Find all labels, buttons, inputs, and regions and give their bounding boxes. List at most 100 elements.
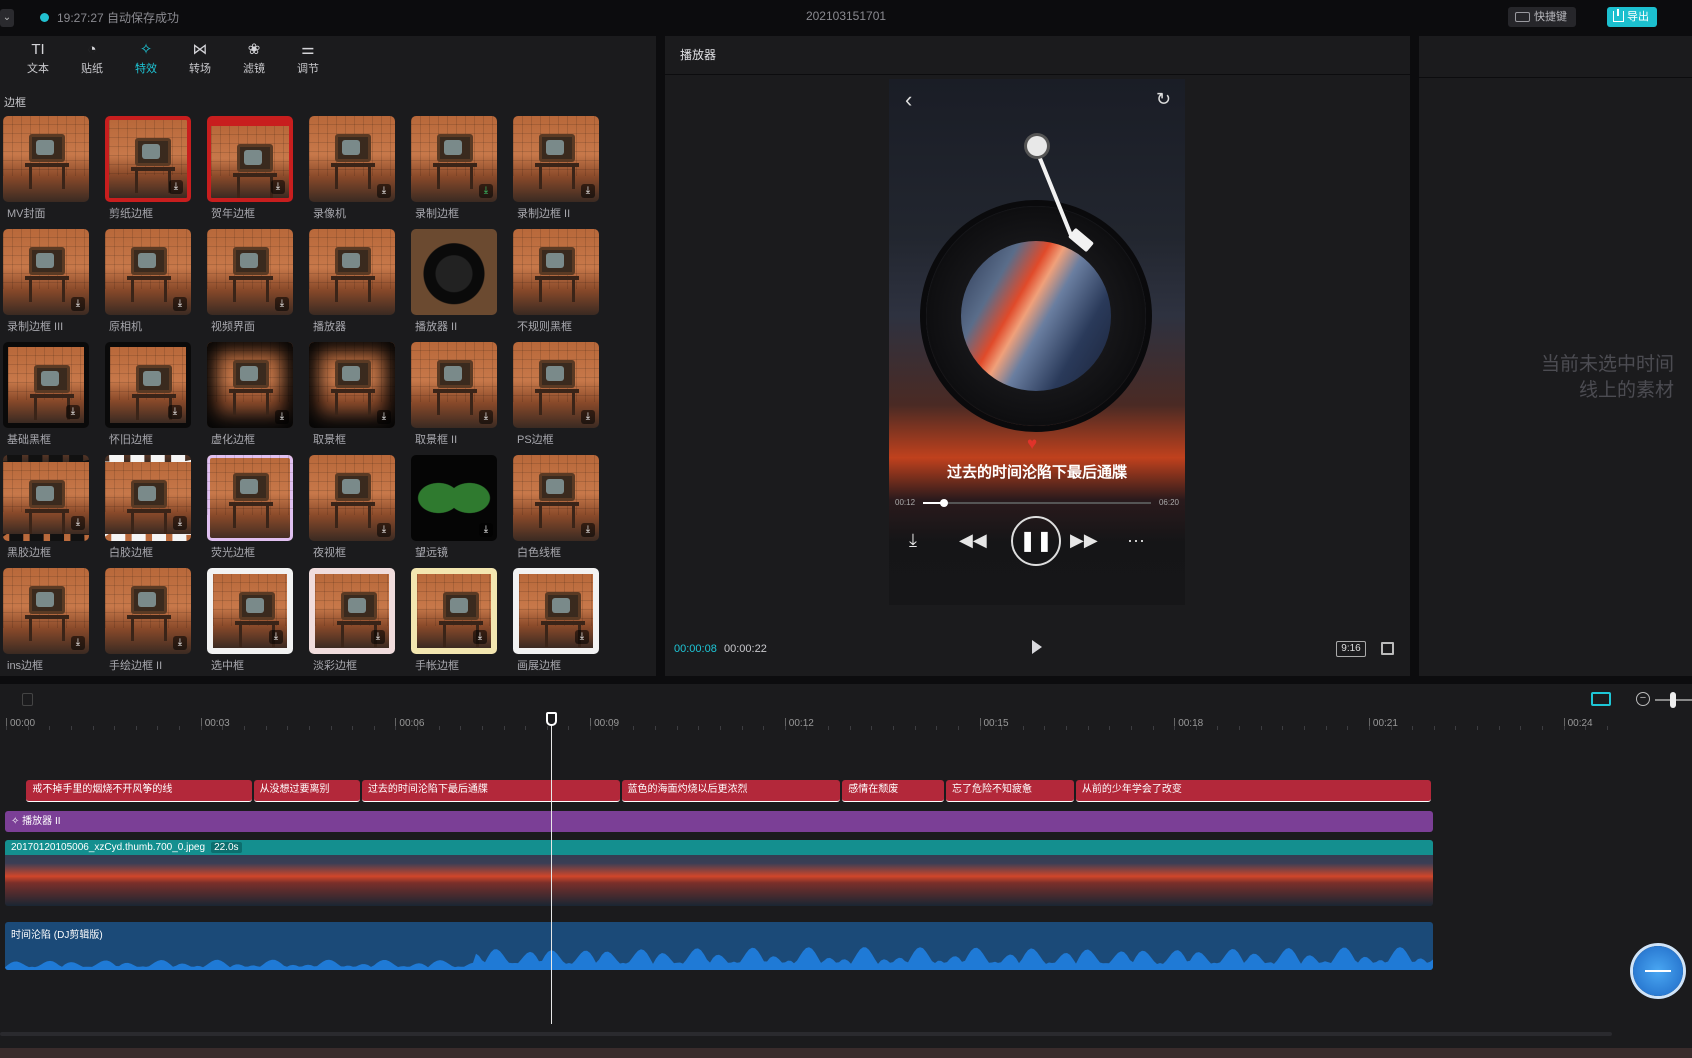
effect-thumbnail[interactable]: ⤓ <box>207 229 293 315</box>
lyric-clip[interactable]: 从前的少年学会了改变 <box>1075 780 1431 802</box>
download-icon[interactable]: ⤓ <box>275 297 289 311</box>
effect-thumbnail[interactable]: ⤓ <box>105 568 191 654</box>
effect-item[interactable]: ⤓ 画展边框 <box>513 568 601 680</box>
effect-thumbnail[interactable]: ⤓ <box>309 455 395 541</box>
effect-item[interactable]: ⤓ 黑胶边框 <box>3 455 91 567</box>
download-icon[interactable]: ⤓ <box>377 523 391 537</box>
tab-2[interactable]: ✧ 特效 <box>124 40 168 80</box>
effect-item[interactable]: ⤓ 白胶边框 <box>105 455 193 567</box>
tab-3[interactable]: ⋈ 转场 <box>178 40 222 80</box>
effect-thumbnail[interactable]: ⤓ <box>411 116 497 202</box>
playhead[interactable] <box>551 714 553 1024</box>
timeline-scrollbar[interactable] <box>0 1032 1612 1036</box>
effect-item[interactable]: ⤓ 选中框 <box>207 568 295 680</box>
download-icon[interactable]: ⤓ <box>173 516 187 530</box>
effect-thumbnail[interactable]: ⤓ <box>105 116 191 202</box>
effect-item[interactable]: ⤓ 淡彩边框 <box>309 568 397 680</box>
effect-thumbnail[interactable]: ⤓ <box>411 455 497 541</box>
effect-item[interactable]: ⤓ 录制边框 III <box>3 229 91 341</box>
effect-thumbnail[interactable] <box>411 229 497 315</box>
download-icon[interactable]: ⤓ <box>275 410 289 424</box>
download-icon[interactable]: ⤓ <box>71 516 85 530</box>
effect-item[interactable]: ⤓ 原相机 <box>105 229 193 341</box>
effect-item[interactable]: ⤓ 夜视框 <box>309 455 397 567</box>
effect-item[interactable]: ⤓ ins边框 <box>3 568 91 680</box>
lyric-clip[interactable]: 从没想过要离别 <box>253 780 360 802</box>
zoom-slider-knob[interactable] <box>1670 692 1676 708</box>
download-icon[interactable]: ⤓ <box>168 405 182 419</box>
effect-thumbnail[interactable]: ⤓ <box>309 342 395 428</box>
effect-thumbnail[interactable]: ⤓ <box>105 229 191 315</box>
download-icon[interactable]: ⤓ <box>581 523 595 537</box>
effect-thumbnail[interactable]: ⤓ <box>411 568 497 654</box>
effect-thumbnail[interactable] <box>3 116 89 202</box>
effect-thumbnail[interactable]: ⤓ <box>513 116 599 202</box>
effect-item[interactable]: ⤓ 贺年边框 <box>207 116 295 228</box>
effect-thumbnail[interactable]: ⤓ <box>105 455 191 541</box>
lyric-clip[interactable]: 忘了危险不知疲惫 <box>946 780 1074 802</box>
assistant-float-button[interactable] <box>1633 946 1683 996</box>
effect-thumbnail[interactable]: ⤓ <box>513 455 599 541</box>
effect-item[interactable]: ⤓ 录制边框 II <box>513 116 601 228</box>
download-icon[interactable]: ⤓ <box>473 630 487 644</box>
download-icon[interactable]: ⤓ <box>581 184 595 198</box>
effect-item[interactable]: ⤓ PS边框 <box>513 342 601 454</box>
effect-item[interactable]: ⤓ 基础黑框 <box>3 342 91 454</box>
effect-thumbnail[interactable] <box>207 455 293 541</box>
fullscreen-button[interactable] <box>1381 642 1394 655</box>
effect-thumbnail[interactable]: ⤓ <box>207 342 293 428</box>
download-icon[interactable]: ⤓ <box>371 630 385 644</box>
effect-clip[interactable]: ✧ 播放器 II <box>5 811 1433 832</box>
zoom-out-icon[interactable]: − <box>1636 692 1650 706</box>
effect-item[interactable]: ⤓ 录制边框 <box>411 116 499 228</box>
effect-thumbnail[interactable]: ⤓ <box>309 116 395 202</box>
download-icon[interactable]: ⤓ <box>581 410 595 424</box>
effect-thumbnail[interactable]: ⤓ <box>3 342 89 428</box>
download-icon[interactable]: ⤓ <box>479 184 493 198</box>
download-icon[interactable]: ⤓ <box>271 180 285 194</box>
lyric-clip[interactable]: 过去的时间沦陷下最后通牒 <box>361 780 620 802</box>
aspect-ratio-button[interactable]: 9:16 <box>1336 641 1366 657</box>
effect-item[interactable]: ⤓ 取景框 <box>309 342 397 454</box>
playhead-handle[interactable] <box>546 712 558 726</box>
delete-icon[interactable] <box>22 693 33 706</box>
effect-item[interactable]: 播放器 <box>309 229 397 341</box>
lyric-clip[interactable]: 感情在颓废 <box>842 780 945 802</box>
download-icon[interactable]: ⤓ <box>173 297 187 311</box>
download-icon[interactable]: ⤓ <box>71 297 85 311</box>
effect-item[interactable]: ⤓ 白色线框 <box>513 455 601 567</box>
effect-item[interactable]: 不规则黑框 <box>513 229 601 341</box>
effect-item[interactable]: ⤓ 望远镜 <box>411 455 499 567</box>
effect-item[interactable]: ⤓ 手绘边框 II <box>105 568 193 680</box>
time-ruler[interactable]: 00:00 00:03 00:06 00:09 00:12 00:15 00:18 00:21… <box>0 712 1692 736</box>
effect-item[interactable]: ⤓ 手帐边框 <box>411 568 499 680</box>
effect-thumbnail[interactable]: ⤓ <box>207 116 293 202</box>
lyric-clip[interactable]: 蓝色的海面灼烧以后更浓烈 <box>621 780 841 802</box>
effect-item[interactable]: ⤓ 虚化边框 <box>207 342 295 454</box>
effect-thumbnail[interactable]: ⤓ <box>3 229 89 315</box>
tab-1[interactable]: ◔ 贴纸 <box>70 40 114 80</box>
tab-5[interactable]: ⚌ 调节 <box>286 40 330 80</box>
effect-item[interactable]: ⤓ 剪纸边框 <box>105 116 193 228</box>
effect-thumbnail[interactable]: ⤓ <box>513 568 599 654</box>
effect-item[interactable]: ⤓ 录像机 <box>309 116 397 228</box>
download-icon[interactable]: ⤓ <box>71 636 85 650</box>
download-icon[interactable]: ⤓ <box>479 410 493 424</box>
effect-thumbnail[interactable] <box>309 229 395 315</box>
export-button[interactable]: 导出 <box>1607 7 1657 27</box>
effect-thumbnail[interactable]: ⤓ <box>309 568 395 654</box>
lyric-clip[interactable]: 戒不掉手里的烟烧不开风筝的线 <box>26 780 252 802</box>
video-clip[interactable]: 20170120105006_xzCyd.thumb.700_0.jpeg 22.… <box>5 840 1433 906</box>
download-icon[interactable]: ⤓ <box>377 410 391 424</box>
effect-thumbnail[interactable]: ⤓ <box>3 455 89 541</box>
effect-item[interactable]: ⤓ 视频界面 <box>207 229 295 341</box>
tab-4[interactable]: ❀ 滤镜 <box>232 40 276 80</box>
effect-item[interactable]: MV封面 <box>3 116 91 228</box>
play-button[interactable] <box>1032 640 1042 654</box>
effect-thumbnail[interactable] <box>513 229 599 315</box>
effect-item[interactable]: ⤓ 取景框 II <box>411 342 499 454</box>
effect-item[interactable]: 播放器 II <box>411 229 499 341</box>
download-icon[interactable]: ⤓ <box>66 405 80 419</box>
preview-canvas[interactable]: ‹ ↻ ♥ 过去的时间沦陷下最后通牒 00:12 06:20 ⤓ ◀◀ ❚❚ ▶… <box>889 79 1185 605</box>
download-icon[interactable]: ⤓ <box>575 630 589 644</box>
